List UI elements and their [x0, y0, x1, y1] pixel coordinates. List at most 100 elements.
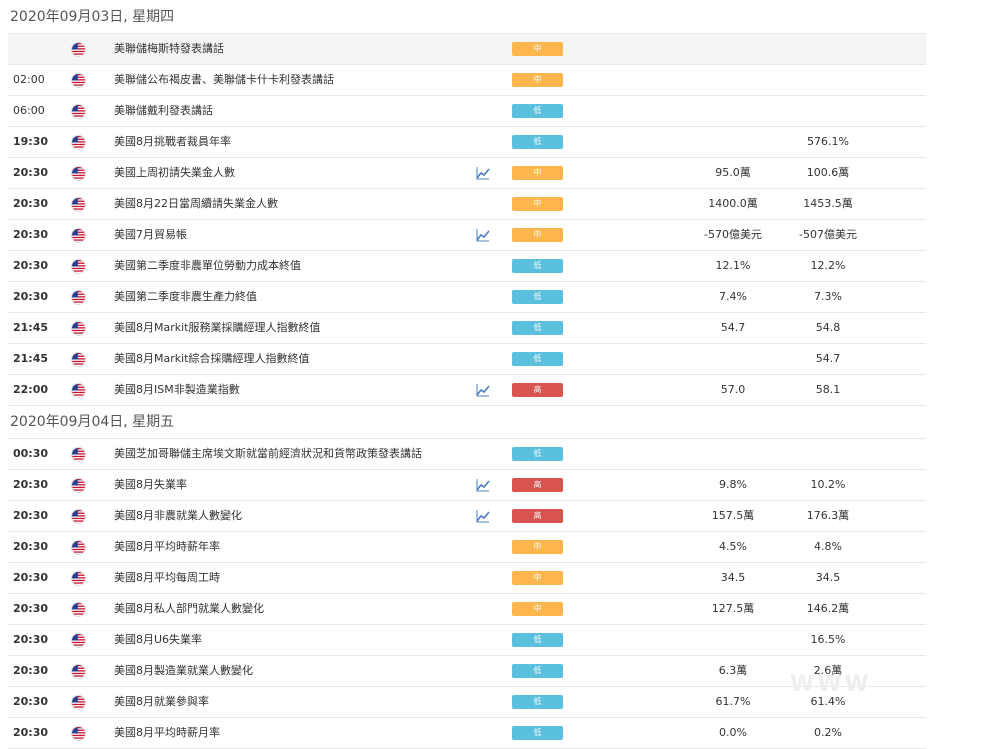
chart-line-icon[interactable] — [476, 478, 490, 492]
forecast-value: 61.7% — [715, 695, 751, 708]
chart-line-icon[interactable] — [476, 228, 490, 242]
economic-calendar: 2020年09月03日, 星期四 美聯儲梅斯特發表講話中 02:00 美聯儲公布褐皮書… — [8, 0, 926, 749]
event-row[interactable]: 20:30 美國8月製造業就業人數變化 低 6.3萬 2.6萬 — [8, 656, 926, 687]
event-row[interactable]: 20:30 美國8月私人部門就業人數變化 中 127.5萬 146.2萬 — [8, 594, 926, 625]
us-flag-icon — [71, 352, 86, 367]
event-name[interactable]: 美國8月22日當周續請失業金人數 — [114, 189, 278, 219]
event-name[interactable]: 美國8月就業參與率 — [114, 687, 209, 717]
event-name[interactable]: 美國8月非農就業人數變化 — [114, 501, 242, 531]
importance-badge: 低 — [512, 664, 563, 678]
importance-badge: 低 — [512, 321, 563, 335]
previous-value: 58.1 — [815, 383, 841, 396]
previous-value: 54.8 — [815, 321, 841, 334]
importance-badge: 低 — [512, 726, 563, 740]
event-time: 20:30 — [13, 664, 49, 677]
event-time: 20:30 — [13, 228, 49, 241]
event-name[interactable]: 美國8月U6失業率 — [114, 625, 202, 655]
us-flag-icon — [71, 135, 86, 150]
event-name[interactable]: 美國8月平均每周工時 — [114, 563, 220, 593]
event-time: 00:30 — [13, 447, 49, 460]
event-name[interactable]: 美國7月貿易帳 — [114, 220, 187, 250]
event-row[interactable]: 20:30 美國8月22日當周續請失業金人數 中 1400.0萬 1453.5萬 — [8, 189, 926, 220]
event-row[interactable]: 20:30 美國8月平均每周工時 中 34.5 34.5 — [8, 563, 926, 594]
event-name[interactable]: 美聯儲梅斯特發表講話 — [114, 34, 224, 64]
event-name[interactable]: 美國8月Markit綜合採購經理人指數終值 — [114, 344, 310, 374]
us-flag-icon — [71, 228, 86, 243]
importance-badge: 低 — [512, 695, 563, 709]
event-time: 20:30 — [13, 259, 49, 272]
us-flag-icon — [71, 633, 86, 648]
event-name[interactable]: 美國8月平均時薪年率 — [114, 532, 220, 562]
day-header: 2020年09月04日, 星期五 — [8, 406, 926, 439]
chart-line-icon[interactable] — [476, 383, 490, 397]
chart-line-icon[interactable] — [476, 509, 490, 523]
us-flag-icon — [71, 73, 86, 88]
event-row[interactable]: 00:30 美國芝加哥聯儲主席埃文斯就當前經濟狀況和貨幣政策發表講話 低 — [8, 439, 926, 470]
importance-badge: 高 — [512, 509, 563, 523]
event-row[interactable]: 20:30 美國第二季度非農單位勞動力成本終值 低 12.1% 12.2% — [8, 251, 926, 282]
event-name[interactable]: 美國第二季度非農單位勞動力成本終值 — [114, 251, 301, 281]
importance-badge: 低 — [512, 447, 563, 461]
us-flag-icon — [71, 447, 86, 462]
event-time: 22:00 — [13, 383, 49, 396]
event-row[interactable]: 20:30 美國8月失業率 高 9.8% 10.2% — [8, 470, 926, 501]
event-name[interactable]: 美國上周初請失業金人數 — [114, 158, 235, 188]
us-flag-icon — [71, 571, 86, 586]
previous-value: -507億美元 — [799, 228, 857, 241]
forecast-value: 9.8% — [719, 478, 747, 491]
event-row[interactable]: 20:30 美國8月平均時薪年率 中 4.5% 4.8% — [8, 532, 926, 563]
event-row[interactable]: 20:30 美國7月貿易帳 中 -570億美元 -507億美元 — [8, 220, 926, 251]
event-name[interactable]: 美國8月私人部門就業人數變化 — [114, 594, 264, 624]
forecast-value: 12.1% — [715, 259, 751, 272]
event-time: 20:30 — [13, 540, 49, 553]
us-flag-icon — [71, 509, 86, 524]
importance-badge: 中 — [512, 228, 563, 242]
event-row[interactable]: 20:30 美國8月平均時薪月率 低 0.0% 0.2% — [8, 718, 926, 749]
previous-value: 7.3% — [814, 290, 842, 303]
event-name[interactable]: 美國芝加哥聯儲主席埃文斯就當前經濟狀況和貨幣政策發表講話 — [114, 439, 422, 469]
forecast-value: 54.7 — [720, 321, 746, 334]
event-row[interactable]: 21:45 美國8月Markit服務業採購經理人指數終值 低 54.7 54.8 — [8, 313, 926, 344]
previous-value: 12.2% — [810, 259, 846, 272]
event-name[interactable]: 美國第二季度非農生產力終值 — [114, 282, 257, 312]
event-row[interactable]: 美聯儲梅斯特發表講話 中 — [8, 34, 926, 65]
chart-line-icon[interactable] — [476, 166, 490, 180]
event-name[interactable]: 美聯儲公布褐皮書、美聯儲卡什卡利發表講話 — [114, 65, 334, 95]
event-row[interactable]: 20:30 美國第二季度非農生產力終值 低 7.4% 7.3% — [8, 282, 926, 313]
forecast-value: 34.5 — [720, 571, 746, 584]
event-time: 06:00 — [13, 104, 45, 117]
event-name[interactable]: 美國8月平均時薪月率 — [114, 718, 220, 748]
us-flag-icon — [71, 478, 86, 493]
event-row[interactable]: 22:00 美國8月ISM非製造業指數 高 57.0 58.1 — [8, 375, 926, 406]
importance-badge: 中 — [512, 42, 563, 56]
forecast-value: 6.3萬 — [718, 664, 748, 677]
event-name[interactable]: 美國8月製造業就業人數變化 — [114, 656, 253, 686]
forecast-value: 1400.0萬 — [708, 197, 758, 210]
event-time: 19:30 — [13, 135, 49, 148]
forecast-value: 4.5% — [719, 540, 747, 553]
us-flag-icon — [71, 197, 86, 212]
event-name[interactable]: 美國8月失業率 — [114, 470, 187, 500]
event-row[interactable]: 21:45 美國8月Markit綜合採購經理人指數終值 低 54.7 — [8, 344, 926, 375]
importance-badge: 中 — [512, 197, 563, 211]
event-name[interactable]: 美國8月Markit服務業採購經理人指數終值 — [114, 313, 321, 343]
forecast-value: 57.0 — [720, 383, 746, 396]
event-time: 20:30 — [13, 166, 49, 179]
event-row[interactable]: 20:30 美國8月U6失業率 低 16.5% — [8, 625, 926, 656]
importance-badge: 中 — [512, 571, 563, 585]
previous-value: 4.8% — [814, 540, 842, 553]
previous-value: 176.3萬 — [806, 509, 850, 522]
event-row[interactable]: 19:30 美國8月挑戰者裁員年率 低 576.1% — [8, 127, 926, 158]
previous-value: 2.6萬 — [813, 664, 843, 677]
event-row[interactable]: 02:00 美聯儲公布褐皮書、美聯儲卡什卡利發表講話 中 — [8, 65, 926, 96]
event-row[interactable]: 20:30 美國上周初請失業金人數 中 95.0萬 100.6萬 — [8, 158, 926, 189]
us-flag-icon — [71, 602, 86, 617]
event-row[interactable]: 20:30 美國8月就業參與率 低 61.7% 61.4% — [8, 687, 926, 718]
event-name[interactable]: 美國8月ISM非製造業指數 — [114, 375, 240, 405]
us-flag-icon — [71, 726, 86, 741]
event-name[interactable]: 美聯儲戴利發表講話 — [114, 96, 213, 126]
event-name[interactable]: 美國8月挑戰者裁員年率 — [114, 127, 231, 157]
event-row[interactable]: 20:30 美國8月非農就業人數變化 高 157.5萬 176.3萬 — [8, 501, 926, 532]
us-flag-icon — [71, 104, 86, 119]
event-row[interactable]: 06:00 美聯儲戴利發表講話 低 — [8, 96, 926, 127]
